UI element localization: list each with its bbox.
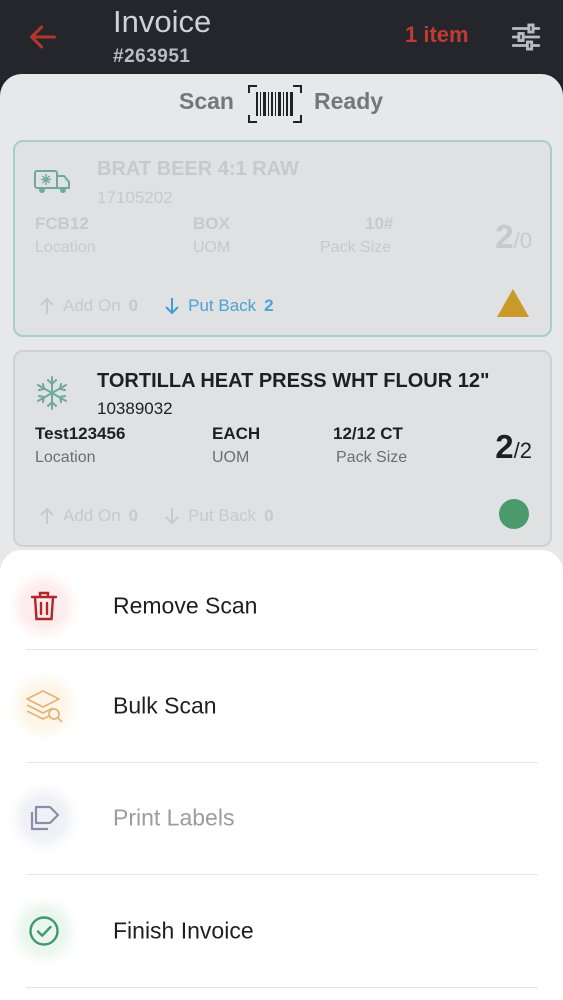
- location-value: FCB12: [35, 214, 89, 233]
- pack-size-label: Pack Size: [320, 239, 392, 256]
- product-card[interactable]: BRAT BEER 4:1 RAW 17105202 FCB12 Locatio…: [13, 140, 552, 337]
- pack-size-value: 10#: [365, 214, 394, 233]
- app-header: Invoice #263951 1 item: [0, 0, 563, 80]
- page-title: Invoice: [113, 4, 212, 39]
- finish-invoice-label: Finish Invoice: [113, 917, 254, 944]
- uom-value: BOX: [193, 214, 230, 233]
- add-on-count: 0: [128, 506, 139, 525]
- uom-label: UOM: [212, 449, 250, 466]
- finish-invoice-option[interactable]: Finish Invoice: [0, 875, 563, 987]
- complete-dot-icon: [499, 499, 529, 529]
- quantity-counter: 2/2: [495, 428, 532, 465]
- location-label: Location: [35, 239, 96, 256]
- put-back-label[interactable]: Put Back: [188, 296, 256, 316]
- scan-status-left: Scan: [179, 88, 234, 114]
- scan-status-right: Ready: [314, 88, 384, 114]
- warning-triangle-icon: [497, 289, 529, 317]
- adjustments-row: Add On 0 Put Back 2: [39, 296, 292, 316]
- arrow-up-icon: [40, 507, 54, 524]
- trash-icon: [22, 584, 66, 628]
- product-card[interactable]: TORTILLA HEAT PRESS WHT FLOUR 12" 103890…: [13, 350, 552, 547]
- product-name: TORTILLA HEAT PRESS WHT FLOUR 12": [97, 370, 490, 392]
- put-back-count: 0: [264, 506, 274, 525]
- pack-size-label: Pack Size: [336, 449, 408, 466]
- uom-value: EACH: [212, 424, 261, 443]
- divider: [26, 987, 538, 988]
- bulk-scan-option[interactable]: Bulk Scan: [0, 650, 563, 762]
- uom-label: UOM: [193, 239, 231, 256]
- product-name: BRAT BEER 4:1 RAW: [97, 158, 299, 180]
- frozen-truck-icon: [34, 170, 70, 193]
- quantity-counter: 2/0: [495, 218, 532, 255]
- adjustments-row: Add On 0 Put Back 0: [39, 506, 292, 526]
- print-labels-label: Print Labels: [113, 804, 235, 831]
- barcode-icon[interactable]: [247, 84, 303, 124]
- snowflake-icon: [37, 376, 67, 410]
- product-code: 17105202: [97, 188, 173, 207]
- item-count[interactable]: 1 item: [405, 22, 469, 48]
- product-code: 10389032: [97, 399, 173, 418]
- remove-scan-label: Remove Scan: [113, 592, 258, 619]
- scan-status-bar: Scan Ready: [0, 84, 563, 124]
- arrow-down-icon: [165, 298, 179, 315]
- label-icon: [22, 796, 66, 840]
- actions-bottom-sheet: Remove Scan Bulk Scan Print Labels Finis…: [0, 550, 563, 1000]
- pack-size-value: 12/12 CT: [333, 424, 403, 443]
- print-labels-option[interactable]: Print Labels: [0, 762, 563, 874]
- add-on-label[interactable]: Add On: [63, 506, 121, 526]
- arrow-down-icon: [165, 508, 179, 525]
- put-back-count: 2: [264, 296, 274, 315]
- add-on-count: 0: [128, 296, 139, 315]
- bulk-scan-label: Bulk Scan: [113, 692, 217, 719]
- arrow-up-icon: [40, 297, 54, 314]
- filter-sliders-icon[interactable]: [509, 20, 543, 54]
- location-value: Test123456: [35, 424, 126, 443]
- location-label: Location: [35, 449, 96, 466]
- bulk-scan-icon: [22, 684, 66, 728]
- remove-scan-option[interactable]: Remove Scan: [0, 550, 563, 662]
- put-back-label[interactable]: Put Back: [188, 506, 256, 526]
- check-circle-icon: [22, 909, 66, 953]
- add-on-label[interactable]: Add On: [63, 296, 121, 316]
- back-arrow-icon[interactable]: [26, 20, 60, 54]
- invoice-number: #263951: [113, 46, 191, 67]
